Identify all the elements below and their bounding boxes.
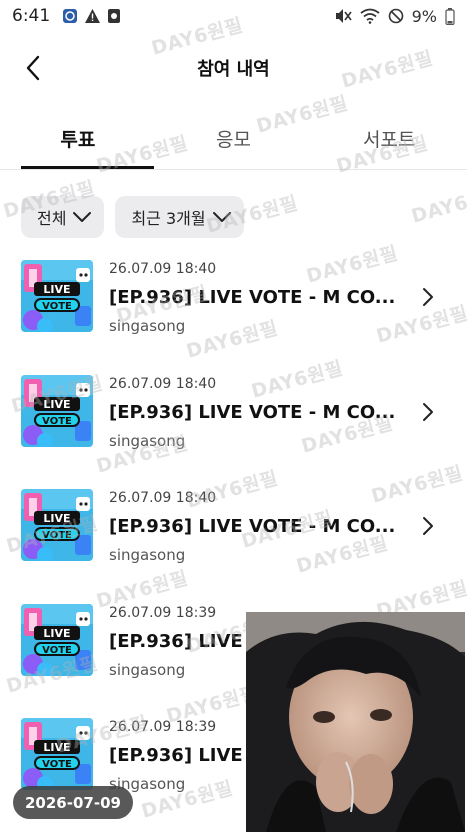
- item-date: 26.07.09 18:40: [109, 261, 217, 277]
- warning-icon: [85, 9, 101, 23]
- chevron-left-icon: [26, 55, 40, 81]
- chevron-right-icon: [423, 517, 433, 535]
- battery-percent: 9%: [411, 6, 437, 26]
- thumb-text-vote: VOTE: [42, 759, 72, 770]
- list-item[interactable]: LIVE VOTE 26.07.09 18:40 [EP.936] LIVE V…: [0, 365, 467, 480]
- item-title: [EP.936] LIVE VOTE - M CO...: [109, 287, 396, 308]
- tab-bar: 투표 응모 서포트: [0, 108, 467, 170]
- period-filter-label: 최근 3개월: [131, 209, 206, 228]
- item-thumbnail: LIVE VOTE: [21, 718, 93, 790]
- tab-support[interactable]: 서포트: [311, 108, 467, 169]
- period-filter-dropdown[interactable]: 최근 3개월: [115, 196, 244, 238]
- item-date: 26.07.09 18:40: [109, 375, 217, 392]
- video-overlay[interactable]: [246, 612, 465, 832]
- item-meta: 26.07.09 18:40 [EP.936] LIVE VOTE - M CO…: [109, 376, 409, 450]
- chevron-down-icon: [73, 212, 92, 222]
- item-thumbnail: LIVE VOTE: [21, 374, 93, 447]
- live-vote-thumbnail: LIVE VOTE: [21, 260, 93, 332]
- thumb-text-live: LIVE: [43, 283, 70, 296]
- thumb-text-live: LIVE: [43, 627, 70, 640]
- item-date: 26.07.09 18:40: [109, 490, 217, 506]
- item-subtitle: singasong: [109, 431, 186, 450]
- date-badge: 2026-07-09: [13, 786, 133, 819]
- item-title: [EP.936] LIVE VOTE - M CO...: [109, 516, 396, 537]
- live-vote-thumbnail: LIVE VOTE: [21, 603, 93, 676]
- media-icon: [108, 9, 121, 23]
- app-notification-icon: [63, 9, 78, 23]
- item-meta: 26.07.09 18:40 [EP.936] LIVE VOTE - M CO…: [109, 490, 409, 564]
- thumb-text-vote: VOTE: [42, 416, 72, 427]
- item-title: [EP.936] LIVE VOTE - M CO...: [109, 401, 396, 423]
- status-time: 6:41: [12, 6, 51, 26]
- live-vote-thumbnail: LIVE VOTE: [21, 374, 93, 447]
- thumb-text-vote: VOTE: [42, 530, 72, 541]
- thumb-text-vote: VOTE: [42, 645, 72, 656]
- item-thumbnail: LIVE VOTE: [21, 489, 93, 561]
- dnd-icon: [388, 8, 403, 24]
- item-subtitle: singasong: [109, 317, 186, 335]
- item-thumbnail: LIVE VOTE: [21, 603, 93, 676]
- status-bar: 6:41 9%: [0, 0, 467, 32]
- thumb-text-live: LIVE: [43, 741, 70, 754]
- list-item[interactable]: LIVE VOTE 26.07.09 18:40 [EP.936] LIVE V…: [0, 250, 467, 365]
- filter-bar: 전체 최근 3개월: [21, 196, 244, 238]
- type-filter-label: 전체: [37, 209, 67, 228]
- battery-icon: [445, 7, 455, 25]
- chevron-right-icon: [423, 402, 433, 421]
- thumb-text-live: LIVE: [43, 512, 70, 525]
- item-subtitle: singasong: [109, 546, 186, 564]
- wifi-icon: [360, 8, 380, 24]
- person-video-image: [246, 612, 465, 832]
- back-button[interactable]: [18, 50, 48, 86]
- tab-vote[interactable]: 투표: [0, 108, 156, 169]
- app-header: 참여 내역: [0, 40, 467, 96]
- mute-icon: [335, 9, 352, 23]
- chevron-down-icon: [212, 212, 231, 222]
- page-title: 참여 내역: [197, 59, 270, 80]
- item-thumbnail: LIVE VOTE: [21, 260, 93, 332]
- item-meta: 26.07.09 18:40 [EP.936] LIVE VOTE - M CO…: [109, 261, 409, 335]
- list-item[interactable]: LIVE VOTE 26.07.09 18:40 [EP.936] LIVE V…: [0, 479, 467, 594]
- live-vote-thumbnail: LIVE VOTE: [21, 718, 93, 790]
- chevron-right-icon: [423, 288, 433, 306]
- type-filter-dropdown[interactable]: 전체: [21, 196, 105, 238]
- thumb-text-live: LIVE: [43, 398, 70, 411]
- live-vote-thumbnail: LIVE VOTE: [21, 489, 93, 561]
- thumb-text-vote: VOTE: [42, 301, 72, 312]
- tab-entry[interactable]: 응모: [156, 108, 312, 169]
